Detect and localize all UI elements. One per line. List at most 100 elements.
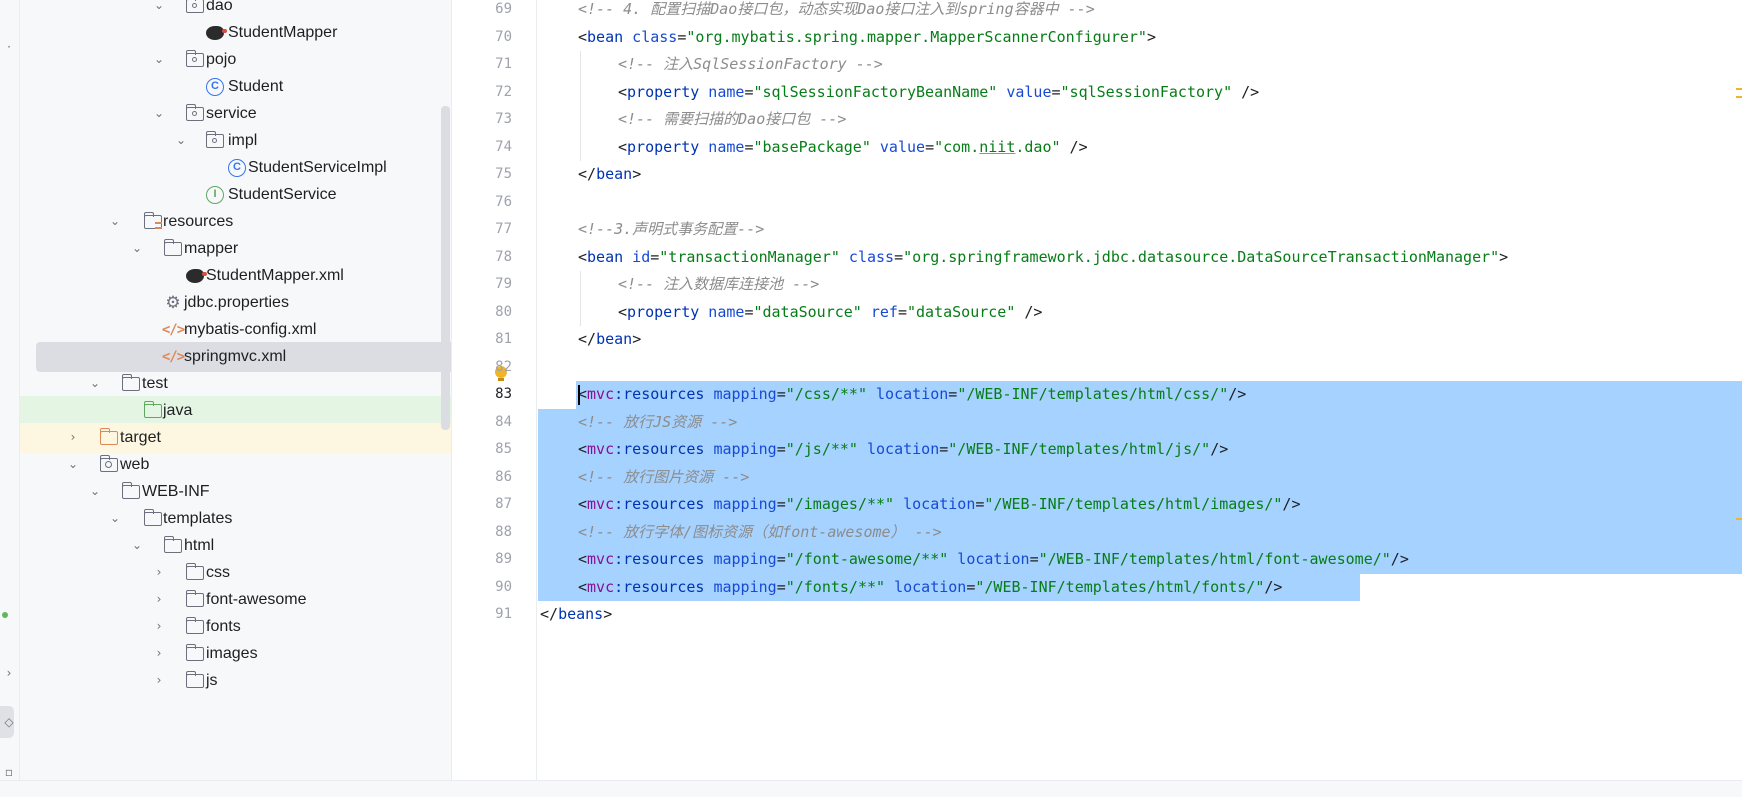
code-editor[interactable]: <!-- 4. 配置扫描Dao接口包，动态实现Dao接口注入到spring容器中… bbox=[538, 0, 1742, 780]
code-line[interactable]: <!-- 4. 配置扫描Dao接口包，动态实现Dao接口注入到spring容器中… bbox=[578, 0, 1095, 23]
tree-item-fonts[interactable]: › fonts bbox=[20, 612, 451, 642]
code-line[interactable]: <mvc:resources mapping="/font-awesome/**… bbox=[578, 546, 1409, 573]
code-line[interactable]: <!-- 注入数据库连接池 --> bbox=[618, 271, 819, 298]
folder-icon bbox=[121, 482, 140, 501]
tree-item-service[interactable]: ⌄ service bbox=[20, 99, 451, 129]
code-line[interactable]: <!-- 放行JS资源 --> bbox=[578, 409, 737, 436]
tree-item-studentservice[interactable]: I StudentService bbox=[20, 180, 451, 210]
chevron-down-icon[interactable]: ⌄ bbox=[130, 241, 144, 255]
code-line[interactable]: <property name="basePackage" value="com.… bbox=[618, 134, 1088, 161]
tree-item-label: html bbox=[184, 537, 215, 554]
code-line[interactable]: <property name="sqlSessionFactoryBeanNam… bbox=[618, 79, 1259, 106]
code-line[interactable]: <mvc:resources mapping="/images/**" loca… bbox=[578, 491, 1300, 518]
code-line[interactable]: <bean class="org.mybatis.spring.mapper.M… bbox=[578, 24, 1156, 51]
code-line[interactable]: </bean> bbox=[578, 326, 641, 353]
line-number: 74 bbox=[495, 138, 512, 155]
code-line[interactable]: <property name="dataSource" ref="dataSou… bbox=[618, 299, 1042, 326]
tree-scrollbar-thumb[interactable] bbox=[441, 106, 450, 430]
folder-icon bbox=[143, 509, 162, 528]
tree-item-studentserviceimpl[interactable]: C StudentServiceImpl bbox=[20, 153, 451, 183]
tree-item-css[interactable]: › css bbox=[20, 558, 451, 588]
chevron-down-icon[interactable]: ⌄ bbox=[108, 511, 122, 525]
tree-item-label: springmvc.xml bbox=[184, 348, 287, 365]
warning-marker[interactable] bbox=[1736, 96, 1742, 98]
chevron-right-icon[interactable]: › bbox=[152, 592, 166, 606]
project-tree: ⌄ dao StudentMapper ⌄ pojo C Student ⌄ service ⌄ i… bbox=[20, 0, 452, 780]
tool-window-strip: · › ◇ ▫ bbox=[0, 0, 20, 797]
chevron-right-icon[interactable]: › bbox=[2, 666, 16, 680]
tree-item-label: mybatis-config.xml bbox=[184, 321, 317, 338]
tree-item-label: css bbox=[206, 564, 230, 581]
folder-icon bbox=[185, 563, 204, 582]
indent-guide bbox=[580, 51, 581, 161]
code-line[interactable]: <mvc:resources mapping="/js/**" location… bbox=[578, 436, 1228, 463]
code-line[interactable]: <!-- 需要扫描的Dao接口包 --> bbox=[618, 106, 846, 133]
tree-item-label: templates bbox=[163, 510, 233, 527]
xml-file-icon: </> bbox=[161, 322, 185, 338]
tree-item-js[interactable]: › js bbox=[20, 666, 451, 696]
code-line[interactable]: </bean> bbox=[578, 161, 641, 188]
tree-item-springmvc-xml[interactable]: </> springmvc.xml bbox=[36, 342, 451, 372]
folder-icon bbox=[185, 617, 204, 636]
tree-item-mapper[interactable]: ⌄ mapper bbox=[20, 234, 451, 264]
class-icon: C bbox=[206, 78, 224, 96]
chevron-right-icon[interactable]: › bbox=[152, 673, 166, 687]
text-caret bbox=[578, 385, 580, 405]
git-branch-icon[interactable]: ◇ bbox=[2, 715, 16, 729]
line-number: 89 bbox=[495, 551, 512, 567]
code-line[interactable]: <!-- 放行字体/图标资源（如font-awesome） --> bbox=[578, 519, 942, 546]
tree-item-web-inf[interactable]: ⌄ WEB-INF bbox=[20, 477, 451, 507]
chevron-right-icon[interactable]: › bbox=[152, 646, 166, 660]
code-line[interactable]: <mvc:resources mapping="/css/**" locatio… bbox=[578, 381, 1246, 408]
chevron-right-icon[interactable]: › bbox=[152, 565, 166, 579]
tree-item-label: StudentServiceImpl bbox=[248, 159, 387, 176]
tree-item-studentmapper-xml[interactable]: StudentMapper.xml bbox=[20, 261, 451, 291]
code-line[interactable]: </beans> bbox=[540, 601, 612, 628]
more-icon[interactable]: · bbox=[2, 40, 16, 54]
terminal-icon[interactable]: ▫ bbox=[2, 765, 16, 779]
chevron-down-icon[interactable]: ⌄ bbox=[130, 538, 144, 552]
chevron-down-icon[interactable]: ⌄ bbox=[88, 484, 102, 498]
chevron-down-icon[interactable]: ⌄ bbox=[152, 106, 166, 120]
tree-item-resources[interactable]: ⌄ resources bbox=[20, 207, 451, 237]
line-number: 78 bbox=[495, 248, 512, 265]
tree-item-label: pojo bbox=[206, 51, 237, 68]
warning-marker[interactable] bbox=[1736, 518, 1742, 520]
tree-item-web[interactable]: ⌄ web bbox=[20, 450, 451, 480]
code-line[interactable]: <!-- 注入SqlSessionFactory --> bbox=[618, 51, 883, 78]
tree-item-templates[interactable]: ⌄ templates bbox=[20, 504, 451, 534]
tree-item-pojo[interactable]: ⌄ pojo bbox=[20, 45, 451, 75]
chevron-down-icon[interactable]: ⌄ bbox=[88, 376, 102, 390]
class-icon: C bbox=[228, 159, 246, 177]
chevron-down-icon[interactable]: ⌄ bbox=[174, 133, 188, 147]
tree-item-jdbc-properties[interactable]: ⚙ jdbc.properties bbox=[20, 288, 451, 318]
tree-item-test[interactable]: ⌄ test bbox=[20, 369, 451, 399]
tree-item-impl[interactable]: ⌄ impl bbox=[20, 126, 451, 156]
chevron-right-icon[interactable]: › bbox=[66, 430, 80, 444]
line-number: 80 bbox=[495, 303, 512, 320]
line-number: 81 bbox=[495, 331, 512, 347]
chevron-down-icon[interactable]: ⌄ bbox=[108, 214, 122, 228]
line-number: 76 bbox=[495, 193, 512, 210]
package-folder-icon bbox=[185, 50, 204, 69]
tree-item-java[interactable]: java bbox=[20, 396, 451, 426]
code-line[interactable]: <bean id="transactionManager" class="org… bbox=[578, 244, 1508, 271]
chevron-down-icon[interactable]: ⌄ bbox=[152, 0, 166, 12]
tree-item-studentmapper[interactable]: StudentMapper bbox=[20, 18, 451, 48]
tree-item-font-awesome[interactable]: › font-awesome bbox=[20, 585, 451, 615]
tree-item-html[interactable]: ⌄ html bbox=[20, 531, 451, 561]
tree-item-mybatis-config-xml[interactable]: </> mybatis-config.xml bbox=[20, 315, 451, 345]
tree-item-target[interactable]: › target bbox=[20, 423, 451, 453]
chevron-down-icon[interactable]: ⌄ bbox=[152, 52, 166, 66]
tree-item-student[interactable]: C Student bbox=[20, 72, 451, 102]
line-number: 69 bbox=[495, 1, 512, 17]
chevron-right-icon[interactable]: › bbox=[152, 619, 166, 633]
code-line[interactable]: <!-- 放行图片资源 --> bbox=[578, 464, 749, 491]
code-line[interactable]: <mvc:resources mapping="/fonts/**" locat… bbox=[578, 574, 1282, 601]
warning-marker[interactable] bbox=[1736, 88, 1742, 90]
folder-icon bbox=[163, 536, 182, 555]
tree-item-images[interactable]: › images bbox=[20, 639, 451, 669]
code-line[interactable]: <!--3.声明式事务配置--> bbox=[578, 216, 764, 243]
chevron-down-icon[interactable]: ⌄ bbox=[66, 457, 80, 471]
line-number: 85 bbox=[495, 441, 512, 457]
